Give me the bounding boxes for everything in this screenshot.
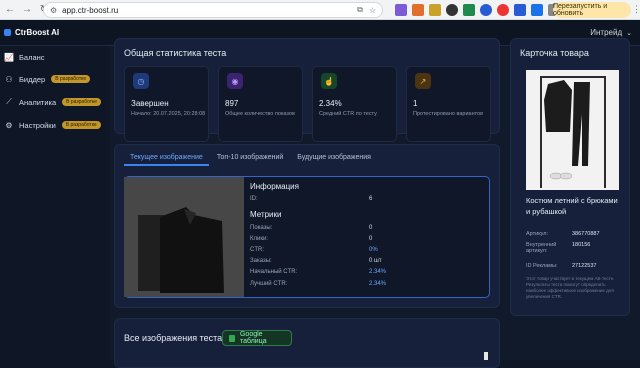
stat-label: Средний CTR по тесту <box>319 111 377 117</box>
extension-icon[interactable] <box>395 4 407 16</box>
shirt-photo-icon <box>124 177 244 297</box>
stat-label: Протестировано вариантов <box>413 111 484 117</box>
sidebar-item-label: Настройки <box>19 120 56 130</box>
stat-label: Начало: 20.07.2025, 20:28:08 <box>131 111 206 117</box>
chevron-down-icon: ⌄ <box>626 30 632 37</box>
browser-toolbar: ← → ↻ ⚙ app.ctr-boost.ru ⧉ ☆ Перезапусти… <box>0 0 640 20</box>
product-value: 180156 <box>572 242 591 248</box>
stat-value: 1 <box>413 99 418 108</box>
status-badge: В разработке <box>61 121 101 129</box>
cursor-click-icon: ☝ <box>321 73 337 89</box>
id-label: ID: <box>250 196 258 202</box>
address-bar[interactable]: ⚙ app.ctr-boost.ru ⧉ ☆ <box>43 2 383 18</box>
sidebar-item-analytics[interactable]: ⟋ Аналитика В разработке <box>4 96 106 108</box>
sidebar-item-bidder[interactable]: ⚇ Биддер В разработке <box>4 73 106 85</box>
chart-line-icon: 📈 <box>4 52 14 62</box>
status-badge: В разработке <box>51 75 91 83</box>
more-icon[interactable]: ⋮ <box>632 4 640 15</box>
user-menu[interactable]: Интрейд ⌄ <box>590 28 632 37</box>
metric-value: 0 шт <box>369 258 382 264</box>
extension-icon[interactable] <box>446 4 458 16</box>
stat-card-impressions: ◉ 897 Общее количество показов <box>218 66 303 142</box>
update-button[interactable]: Перезапустить и обновить <box>553 2 631 18</box>
metric-label: Лучший CTR: <box>250 281 288 287</box>
analytics-icon: ⟋ <box>6 97 12 106</box>
scrollbar-thumb[interactable] <box>484 352 488 360</box>
product-note: Этот товар участвует в текущем АБ-тесте.… <box>526 276 615 300</box>
sheets-icon <box>229 334 235 342</box>
metric-label: Показы: <box>250 225 273 231</box>
metric-value: 2.34% <box>369 269 387 275</box>
user-name: Интрейд <box>590 28 623 37</box>
logo-icon <box>4 29 11 36</box>
metric-label: Начальный CTR: <box>250 269 298 275</box>
product-label: ID Рекламы: <box>526 263 558 269</box>
extension-icon[interactable] <box>429 4 441 16</box>
metric-label: CTR: <box>250 247 264 253</box>
clock-icon: ◷ <box>133 73 149 89</box>
tab-current-image[interactable]: Текущее изображение <box>124 150 209 166</box>
extension-icon[interactable] <box>412 4 424 16</box>
sidebar-item-label: Биддер <box>19 74 46 84</box>
image-tabs: Текущее изображение Топ-10 изображений Б… <box>124 150 379 166</box>
stat-label: Общее количество показов <box>225 111 295 117</box>
metric-label: Заказы: <box>250 258 272 264</box>
product-value: 386770887 <box>572 231 600 237</box>
info-title: Информация <box>250 182 299 191</box>
product-label: Артикул: <box>526 231 549 237</box>
product-photo <box>124 177 244 297</box>
sidebar-item-label: Баланс <box>19 52 45 62</box>
extension-icon[interactable] <box>463 4 475 16</box>
metric-value: 0 <box>369 225 373 231</box>
eye-icon: ◉ <box>227 73 243 89</box>
extension-icon[interactable] <box>514 4 526 16</box>
gear-icon: ⚙ <box>5 120 13 130</box>
extension-icon[interactable] <box>531 4 543 16</box>
product-card-title: Карточка товара <box>520 48 589 58</box>
stat-value: 897 <box>225 99 239 108</box>
extension-icon[interactable] <box>497 4 509 16</box>
translate-icon[interactable]: ⧉ <box>357 5 363 15</box>
stat-card-status: ◷ Завершен Начало: 20.07.2025, 20:28:08 <box>124 66 209 142</box>
sidebar-item-balance[interactable]: 📈 Баланс <box>4 51 106 63</box>
stat-value: Завершен <box>131 99 169 108</box>
metrics-title: Метрики <box>250 210 282 219</box>
product-name: Костюм летний с брюками и рубашкой <box>526 196 618 216</box>
stat-card-variants: ↗ 1 Протестировано вариантов <box>406 66 491 142</box>
sidebar: 📈 Баланс ⚇ Биддер В разработке ⟋ Аналити… <box>0 46 110 360</box>
stat-value: 2.34% <box>319 99 342 108</box>
bookmark-star-icon[interactable]: ☆ <box>369 6 376 15</box>
status-badge: В разработке <box>62 98 102 106</box>
extension-icon[interactable] <box>480 4 492 16</box>
metric-value: 0% <box>369 247 378 253</box>
logo-text: CtrBoost AI <box>15 28 60 37</box>
stat-card-ctr: ☝ 2.34% Средний CTR по тесту <box>312 66 397 142</box>
sheets-button-label: Google таблица <box>239 331 267 345</box>
tab-top-10[interactable]: Топ-10 изображений <box>211 150 289 166</box>
forward-icon[interactable]: → <box>20 3 34 17</box>
site-info-icon[interactable]: ⚙ <box>50 6 57 15</box>
metric-value: 2.34% <box>369 281 387 287</box>
sidebar-item-label: Аналитика <box>19 97 57 107</box>
product-value: 27122537 <box>572 263 597 269</box>
metric-value: 0 <box>369 236 373 242</box>
all-images-title: Все изображения теста <box>124 333 223 343</box>
product-label: Внутренний артикул: <box>526 242 557 254</box>
all-images-panel <box>114 318 500 368</box>
id-value: 6 <box>369 196 373 202</box>
suit-photo-icon <box>526 70 619 190</box>
stats-title: Общая статистика теста <box>124 48 227 58</box>
robot-icon: ⚇ <box>5 74 13 84</box>
back-icon[interactable]: ← <box>3 3 17 17</box>
product-image <box>526 70 619 190</box>
google-sheets-button[interactable]: Google таблица <box>222 330 292 346</box>
tab-future-images[interactable]: Будущие изображения <box>291 150 377 166</box>
url-text: app.ctr-boost.ru <box>62 5 119 15</box>
sidebar-item-settings[interactable]: ⚙ Настройки В разработке <box>4 119 106 131</box>
trend-icon: ↗ <box>415 73 431 89</box>
logo[interactable]: CtrBoost AI <box>4 28 59 37</box>
metric-label: Клики: <box>250 236 268 242</box>
